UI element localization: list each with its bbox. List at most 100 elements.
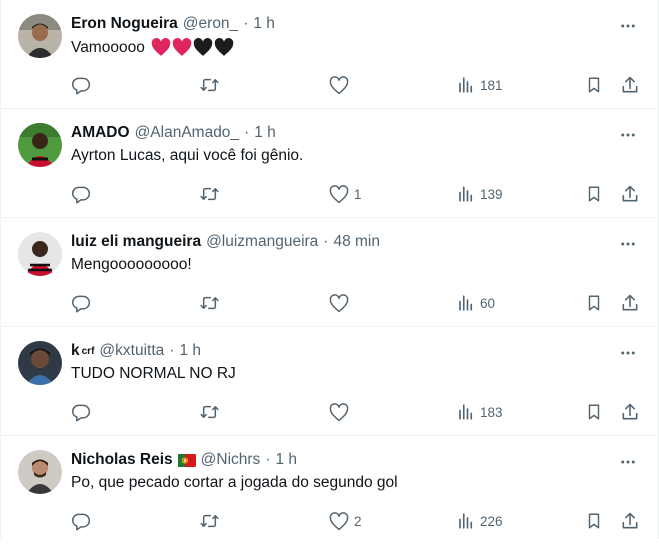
share-icon <box>622 512 638 529</box>
avatar[interactable] <box>18 450 62 494</box>
author-handle[interactable]: @AlanAmado_ <box>135 124 240 142</box>
timestamp[interactable]: 1 h <box>275 451 297 469</box>
avatar[interactable] <box>18 232 62 276</box>
share-button[interactable] <box>620 509 640 533</box>
author-handle[interactable]: @kxtuitta <box>99 342 164 360</box>
share-icon <box>622 403 638 420</box>
view-count: 139 <box>480 186 503 202</box>
bookmark-icon <box>588 404 600 420</box>
action-bar: 183 <box>71 400 642 424</box>
retweet-icon <box>200 78 219 92</box>
tweet[interactable]: Nicholas Reis @Nichrs · 1 h Po, que peca… <box>1 436 658 545</box>
tweet[interactable]: luiz eli mangueira @luizmangueira · 48 m… <box>1 218 658 327</box>
retweet-button[interactable] <box>199 400 225 424</box>
tweet-text: Po, que pecado cortar a jogada do segund… <box>71 474 398 492</box>
more-icon[interactable] <box>618 343 638 363</box>
share-icon <box>622 185 638 202</box>
avatar[interactable] <box>18 14 62 58</box>
share-button[interactable] <box>620 73 640 97</box>
views-button[interactable]: 226 <box>457 509 503 533</box>
author-handle[interactable]: @eron_ <box>183 15 238 33</box>
bookmark-icon <box>588 77 600 93</box>
tweet[interactable]: AMADO @AlanAmado_ · 1 h Ayrton Lucas, aq… <box>1 109 658 218</box>
bookmark-button[interactable] <box>585 509 603 533</box>
author-name[interactable]: k <box>71 342 80 360</box>
avatar[interactable] <box>18 123 62 167</box>
action-bar: 181 <box>71 73 642 97</box>
red-heart-icon <box>172 38 192 56</box>
views-button[interactable]: 181 <box>457 73 503 97</box>
author-name[interactable]: luiz eli mangueira <box>71 233 201 251</box>
timestamp[interactable]: 1 h <box>254 124 276 142</box>
like-button[interactable] <box>329 291 354 315</box>
share-button[interactable] <box>620 400 640 424</box>
tweet-text-content: Mengooooooooo! <box>71 256 192 273</box>
views-icon <box>459 295 473 311</box>
separator: · <box>244 124 250 141</box>
reply-icon <box>71 513 91 531</box>
like-button[interactable] <box>329 73 354 97</box>
author-name[interactable]: Nicholas Reis <box>71 451 173 469</box>
retweet-icon <box>200 296 219 310</box>
tweet-text-content: TUDO NORMAL NO RJ <box>71 365 236 382</box>
avatar[interactable] <box>18 341 62 385</box>
retweet-icon <box>200 405 219 419</box>
share-button[interactable] <box>620 291 640 315</box>
bookmark-button[interactable] <box>585 291 603 315</box>
tweet[interactable]: Eron Nogueira @eron_ · 1 h Vamooooo 181 <box>1 0 658 109</box>
author-name[interactable]: AMADO <box>71 124 130 142</box>
view-count: 181 <box>480 77 503 93</box>
view-count: 183 <box>480 404 503 420</box>
views-button[interactable]: 60 <box>457 291 495 315</box>
tweet[interactable]: k crf @kxtuitta · 1 h TUDO NORMAL NO RJ 1… <box>1 327 658 436</box>
reply-icon <box>71 404 91 422</box>
author-handle[interactable]: @Nichrs <box>201 451 261 469</box>
red-heart-icon <box>151 38 171 56</box>
share-icon <box>622 294 638 311</box>
like-button[interactable]: 2 <box>329 509 362 533</box>
timestamp[interactable]: 1 h <box>253 15 275 33</box>
like-icon <box>329 511 349 530</box>
reply-button[interactable] <box>71 509 96 533</box>
views-button[interactable]: 139 <box>457 182 503 206</box>
more-icon[interactable] <box>618 452 638 472</box>
view-count: 226 <box>480 513 503 529</box>
share-button[interactable] <box>620 182 640 206</box>
name-superscript: crf <box>81 345 95 357</box>
tweet-header: Eron Nogueira @eron_ · 1 h <box>71 14 598 34</box>
reply-button[interactable] <box>71 291 96 315</box>
retweet-button[interactable] <box>199 73 225 97</box>
like-icon <box>329 184 349 203</box>
bookmark-button[interactable] <box>585 400 603 424</box>
timestamp[interactable]: 1 h <box>179 342 201 360</box>
reply-button[interactable] <box>71 400 96 424</box>
author-handle[interactable]: @luizmangueira <box>206 233 318 251</box>
reply-button[interactable] <box>71 73 96 97</box>
retweet-button[interactable] <box>199 509 225 533</box>
like-icon <box>329 75 349 94</box>
bookmark-button[interactable] <box>585 182 603 206</box>
views-icon <box>459 186 473 202</box>
more-icon[interactable] <box>618 234 638 254</box>
like-button[interactable]: 1 <box>329 182 362 206</box>
action-bar: 2 226 <box>71 509 642 533</box>
timestamp[interactable]: 48 min <box>333 233 380 251</box>
retweet-button[interactable] <box>199 291 225 315</box>
views-button[interactable]: 183 <box>457 400 503 424</box>
tweet-text: Mengooooooooo! <box>71 256 192 274</box>
reply-button[interactable] <box>71 182 96 206</box>
separator: · <box>243 15 249 32</box>
like-button[interactable] <box>329 400 354 424</box>
bookmark-icon <box>588 513 600 529</box>
separator: · <box>323 233 329 250</box>
views-icon <box>459 513 473 529</box>
more-icon[interactable] <box>618 16 638 36</box>
action-bar: 60 <box>71 291 642 315</box>
more-icon[interactable] <box>618 125 638 145</box>
reply-icon <box>71 77 91 95</box>
retweet-button[interactable] <box>199 182 225 206</box>
tweet-header: luiz eli mangueira @luizmangueira · 48 m… <box>71 232 598 252</box>
action-bar: 1 139 <box>71 182 642 206</box>
author-name[interactable]: Eron Nogueira <box>71 15 178 33</box>
bookmark-button[interactable] <box>585 73 603 97</box>
